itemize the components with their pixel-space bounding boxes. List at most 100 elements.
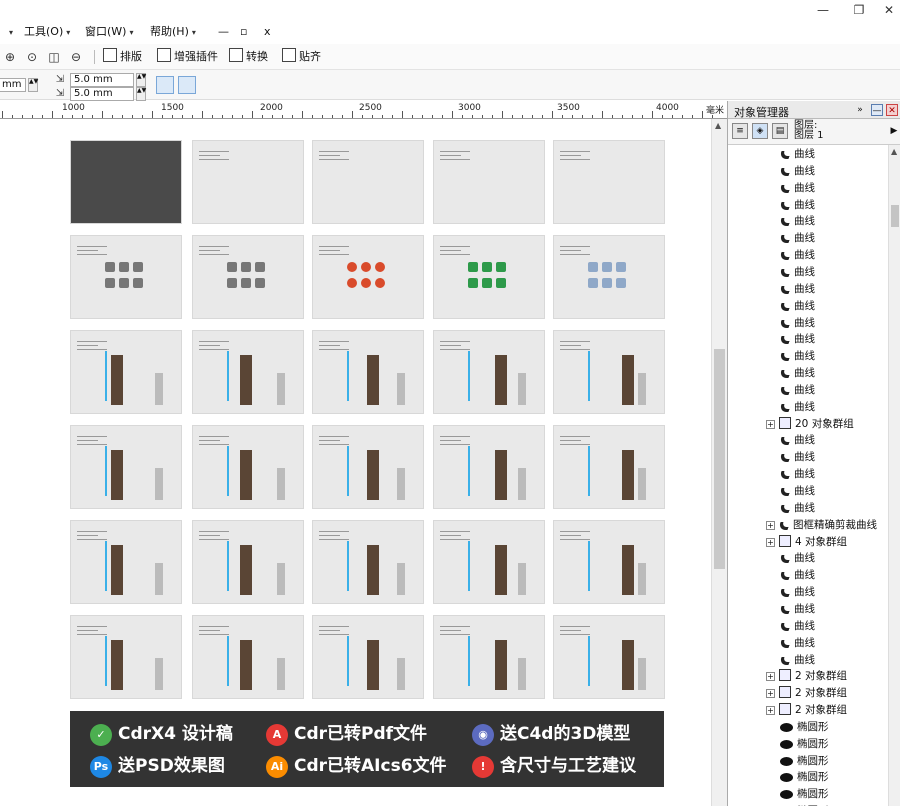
page-thumbnail[interactable] bbox=[553, 520, 665, 604]
tree-item[interactable]: + 图框精确剪裁曲线 bbox=[766, 517, 877, 534]
page-thumbnail[interactable] bbox=[70, 615, 182, 699]
tree-item[interactable]: 曲线 bbox=[778, 365, 815, 382]
page-thumbnail[interactable] bbox=[192, 425, 304, 509]
canvas-vertical-scrollbar[interactable]: ▲ bbox=[711, 119, 727, 806]
tree-item[interactable]: 曲线 bbox=[778, 432, 815, 449]
edit-across-layers-icon[interactable]: ◈ bbox=[752, 123, 768, 139]
tree-item[interactable]: 曲线 bbox=[778, 230, 815, 247]
tree-item[interactable]: +2 对象群组 bbox=[766, 702, 847, 719]
tree-item[interactable]: 曲线 bbox=[778, 500, 815, 517]
plugins-button[interactable]: 增强插件 bbox=[157, 48, 218, 66]
tree-item[interactable]: 曲线 bbox=[778, 483, 815, 500]
tree-item[interactable]: 椭圆形 bbox=[780, 753, 829, 770]
scroll-thumb[interactable] bbox=[714, 349, 725, 569]
zoom-selection-icon[interactable]: ⊙ bbox=[24, 49, 40, 65]
page-thumbnail[interactable] bbox=[433, 615, 545, 699]
page-thumbnail[interactable] bbox=[192, 140, 304, 224]
page-thumbnail[interactable] bbox=[553, 615, 665, 699]
tree-item[interactable]: 曲线 bbox=[778, 449, 815, 466]
docker-close-button[interactable]: ✕ bbox=[886, 104, 898, 116]
page-thumbnail[interactable] bbox=[70, 520, 182, 604]
tree-item[interactable]: 曲线 bbox=[778, 180, 815, 197]
window-close-button[interactable]: ✕ bbox=[878, 2, 900, 18]
page-thumbnail[interactable] bbox=[433, 520, 545, 604]
page-thumbnail[interactable] bbox=[433, 330, 545, 414]
duplicate-mode-button[interactable] bbox=[156, 76, 174, 94]
menu-help[interactable]: 帮助(H) ▾ bbox=[150, 24, 196, 40]
menu-tools[interactable]: 工具(O) ▾ bbox=[24, 24, 70, 40]
page-thumbnail[interactable] bbox=[70, 140, 182, 224]
tree-item[interactable]: 曲线 bbox=[778, 550, 815, 567]
tree-item[interactable]: 椭圆形 bbox=[780, 786, 829, 803]
page-thumbnail[interactable] bbox=[192, 235, 304, 319]
page-thumbnail[interactable] bbox=[553, 425, 665, 509]
tree-scroll-up-arrow[interactable]: ▲ bbox=[891, 147, 897, 156]
size-unit-field[interactable]: mm bbox=[0, 78, 26, 92]
page-thumbnail[interactable] bbox=[553, 235, 665, 319]
size-spinner[interactable]: ▲▼ bbox=[28, 78, 38, 92]
expand-toggle-icon[interactable]: + bbox=[766, 706, 775, 716]
tree-item[interactable]: 曲线 bbox=[778, 331, 815, 348]
tree-item[interactable]: 曲线 bbox=[778, 399, 815, 416]
tree-item[interactable]: 椭圆形 bbox=[780, 736, 829, 753]
page-thumbnail[interactable] bbox=[70, 330, 182, 414]
expand-toggle-icon[interactable]: + bbox=[766, 419, 775, 429]
offset-y-field[interactable]: 5.0 mm bbox=[70, 87, 134, 101]
convert-button[interactable]: 转换 bbox=[229, 48, 268, 66]
tree-item[interactable]: 曲线 bbox=[778, 466, 815, 483]
page-thumbnail[interactable] bbox=[192, 330, 304, 414]
tree-scroll-thumb[interactable] bbox=[891, 205, 899, 227]
page-thumbnail[interactable] bbox=[312, 235, 424, 319]
offset-y-spinner[interactable]: ▲▼ bbox=[136, 87, 146, 101]
docker-menu-arrow[interactable]: ▶ bbox=[888, 125, 900, 137]
doc-restore-button[interactable]: ▫ bbox=[240, 24, 247, 40]
offset-x-field[interactable]: 5.0 mm bbox=[70, 73, 134, 87]
expand-toggle-icon[interactable]: + bbox=[766, 520, 775, 530]
zoom-page-icon[interactable]: ⊖ bbox=[68, 49, 84, 65]
tree-item[interactable]: +4 对象群组 bbox=[766, 534, 847, 551]
offset-x-spinner[interactable]: ▲▼ bbox=[136, 73, 146, 87]
tree-item[interactable]: 曲线 bbox=[778, 213, 815, 230]
tree-item[interactable]: 曲线 bbox=[778, 601, 815, 618]
show-properties-icon[interactable]: ≡ bbox=[732, 123, 748, 139]
tree-item[interactable]: 曲线 bbox=[778, 584, 815, 601]
zoom-in-icon[interactable]: ⊕ bbox=[2, 49, 18, 65]
page-thumbnail[interactable] bbox=[192, 520, 304, 604]
tree-item[interactable]: 椭圆形 bbox=[780, 719, 829, 736]
tree-item[interactable]: 曲线 bbox=[778, 382, 815, 399]
page-thumbnail[interactable] bbox=[312, 615, 424, 699]
docker-expand-icon[interactable]: » bbox=[854, 104, 866, 116]
window-restore-button[interactable]: ❐ bbox=[848, 2, 870, 18]
tree-item[interactable]: 曲线 bbox=[778, 281, 815, 298]
layout-button[interactable]: 排版 bbox=[103, 48, 142, 66]
doc-close-button[interactable]: x bbox=[264, 24, 271, 40]
expand-toggle-icon[interactable]: + bbox=[766, 689, 775, 699]
tree-vertical-scrollbar[interactable]: ▲ bbox=[888, 145, 900, 806]
tree-item[interactable]: 曲线 bbox=[778, 298, 815, 315]
page-thumbnail[interactable] bbox=[553, 140, 665, 224]
docker-minimize-button[interactable]: — bbox=[871, 104, 883, 116]
page-thumbnail[interactable] bbox=[433, 140, 545, 224]
page-thumbnail[interactable] bbox=[312, 330, 424, 414]
tree-item[interactable]: 椭圆形 bbox=[780, 769, 829, 786]
tree-item[interactable]: 曲线 bbox=[778, 652, 815, 669]
tree-item[interactable]: 曲线 bbox=[778, 163, 815, 180]
scroll-up-arrow[interactable]: ▲ bbox=[715, 121, 721, 130]
menu-window[interactable]: 窗口(W) ▾ bbox=[85, 24, 133, 40]
snap-button[interactable]: 贴齐 bbox=[282, 48, 321, 66]
page-thumbnail[interactable] bbox=[70, 235, 182, 319]
window-minimize-button[interactable]: — bbox=[812, 2, 834, 18]
menu-overflow-arrow[interactable]: ▾ bbox=[6, 24, 13, 40]
tree-item[interactable]: +2 对象群组 bbox=[766, 685, 847, 702]
layer-manager-icon[interactable]: ▤ bbox=[772, 123, 788, 139]
transform-mode-button[interactable] bbox=[178, 76, 196, 94]
tree-item[interactable]: 曲线 bbox=[778, 618, 815, 635]
tree-item[interactable]: 曲线 bbox=[778, 315, 815, 332]
page-thumbnail[interactable] bbox=[553, 330, 665, 414]
tree-item[interactable]: 曲线 bbox=[778, 348, 815, 365]
page-thumbnail[interactable] bbox=[312, 425, 424, 509]
expand-toggle-icon[interactable]: + bbox=[766, 672, 775, 682]
page-thumbnail[interactable] bbox=[70, 425, 182, 509]
tree-item[interactable]: +2 对象群组 bbox=[766, 668, 847, 685]
tree-item[interactable]: +20 对象群组 bbox=[766, 416, 854, 433]
